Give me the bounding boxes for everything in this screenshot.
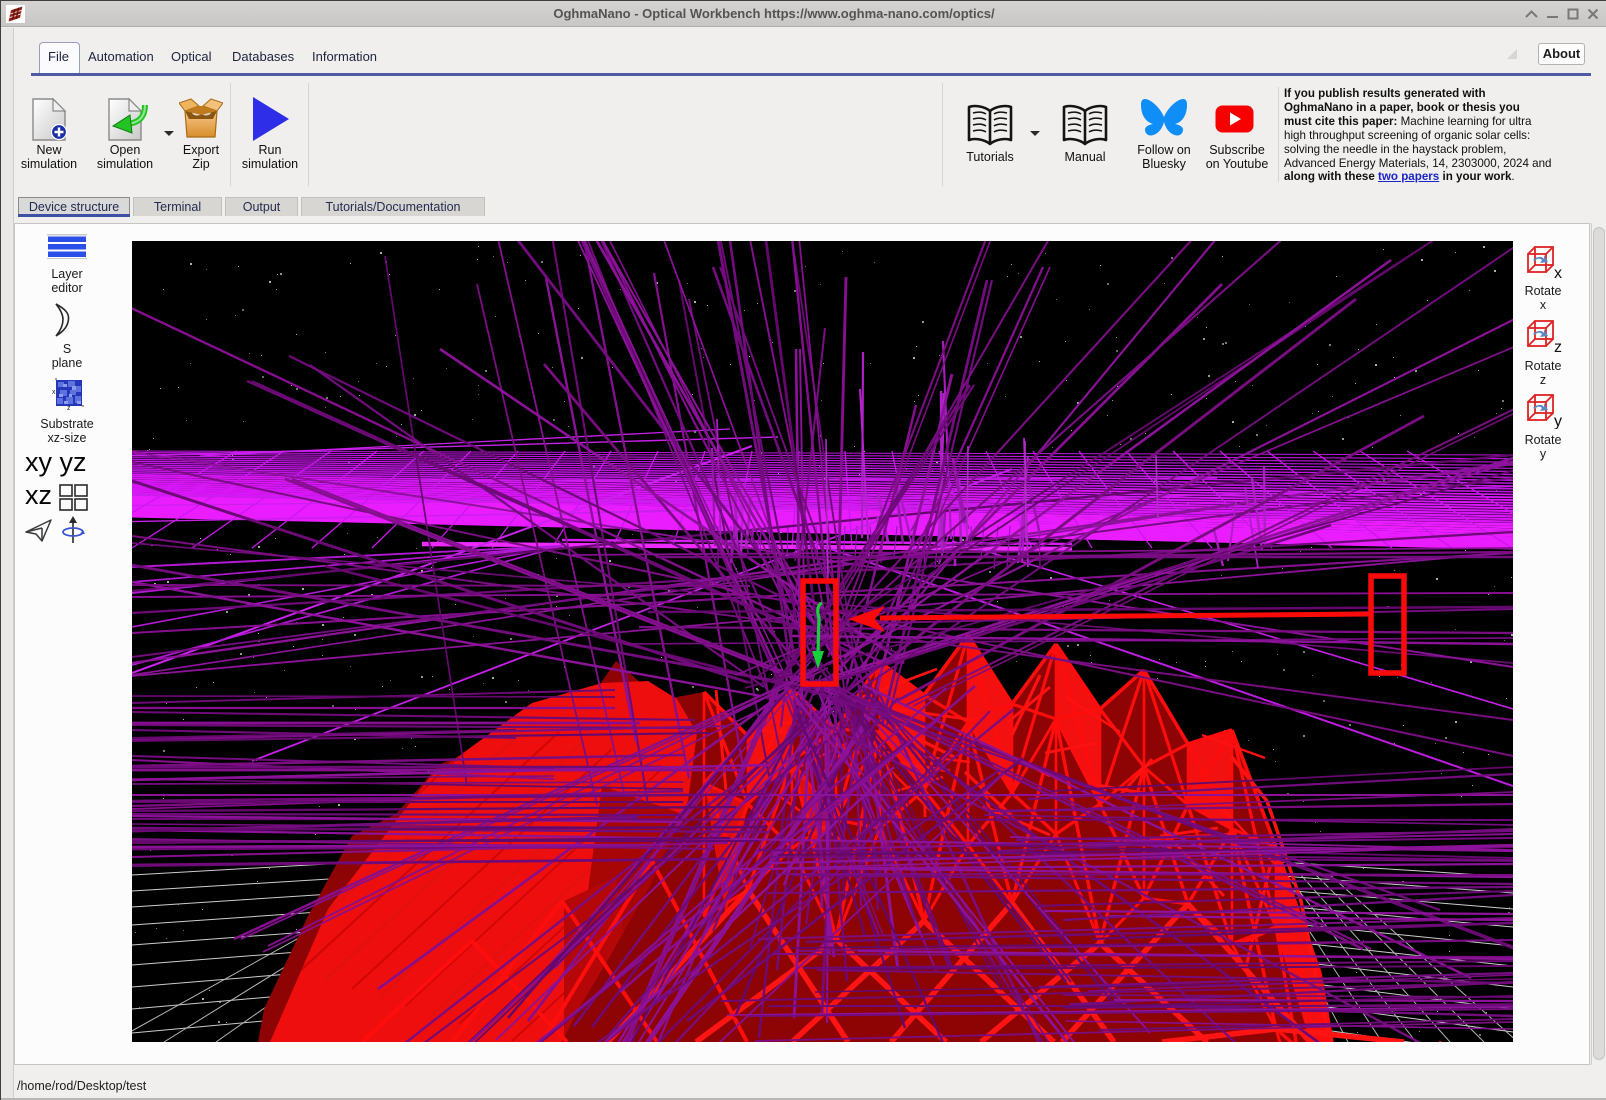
- svg-text:x: x: [52, 389, 56, 396]
- svg-text:x: x: [1554, 265, 1562, 281]
- svg-text:y: y: [1554, 413, 1562, 429]
- svg-text:z: z: [1554, 339, 1562, 355]
- svg-text:z: z: [67, 405, 71, 410]
